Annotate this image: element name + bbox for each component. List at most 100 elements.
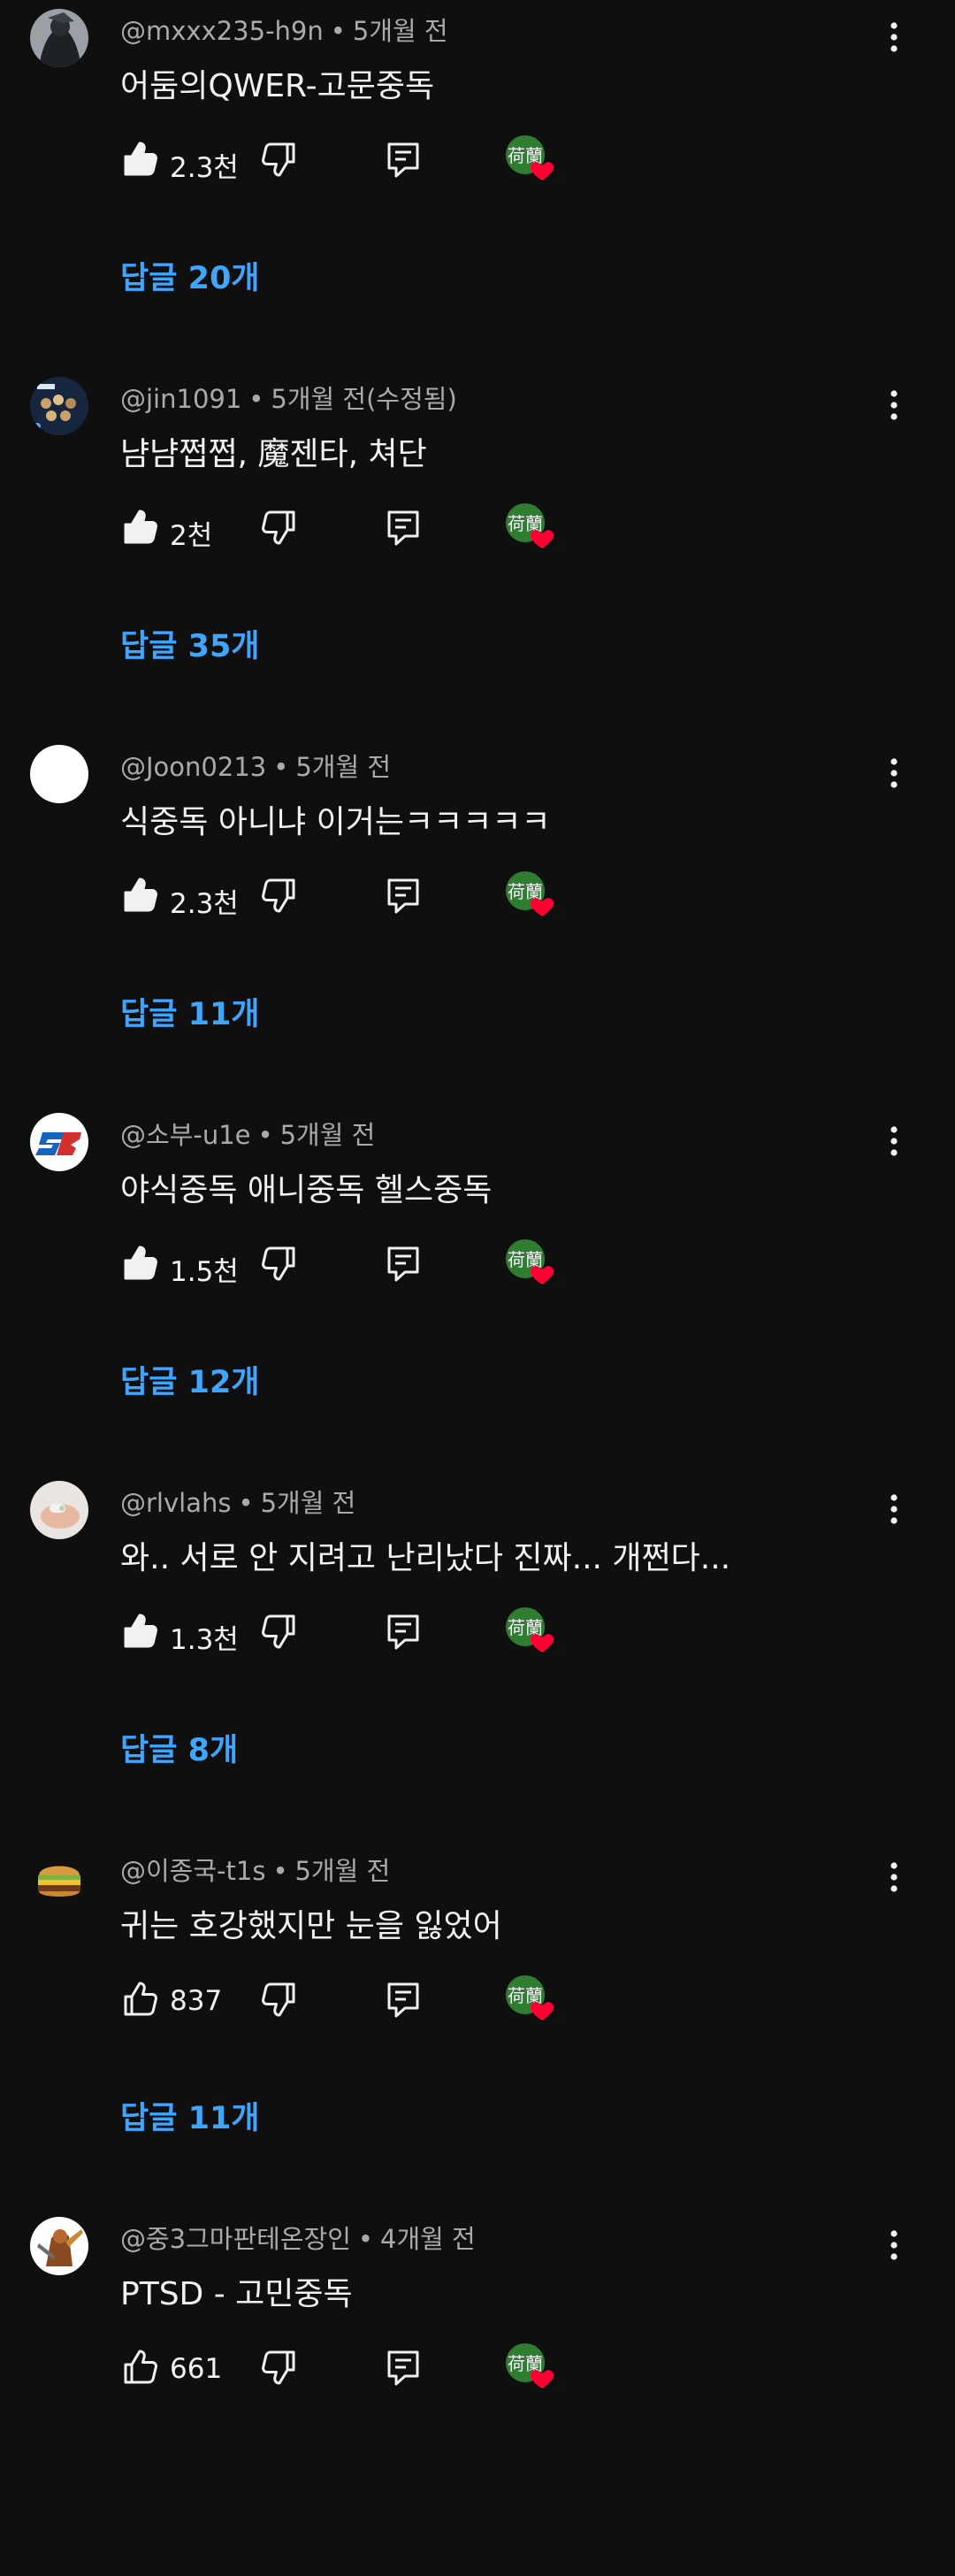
reply-icon — [387, 1614, 419, 1650]
creator-heart-icon: 荷蘭 — [504, 869, 559, 922]
meta-separator: • — [357, 2224, 374, 2254]
dislike-button[interactable] — [260, 2348, 299, 2387]
comment-text: 어둠의QWER-고문중독 — [120, 68, 435, 104]
more-options-icon[interactable] — [881, 1123, 907, 1159]
reply-icon — [387, 878, 419, 914]
reply-button[interactable] — [384, 876, 423, 915]
view-replies-link[interactable]: 답글 8개 — [120, 1725, 238, 1770]
thumbs-down-icon — [262, 1614, 295, 1649]
dislike-button[interactable] — [260, 1244, 299, 1283]
reply-button[interactable] — [384, 140, 423, 179]
comment-meta: @rlvlahs • 5개월 전 — [120, 1483, 355, 1520]
author-handle[interactable]: @mxxx235-h9n — [120, 16, 324, 46]
comment-meta: @Joon0213 • 5개월 전 — [120, 747, 391, 784]
meta-separator: • — [238, 1488, 254, 1518]
comment-text: 귀는 호강했지만 눈을 잃었어 — [120, 1908, 502, 1944]
dislike-button[interactable] — [260, 1980, 299, 2019]
creator-heart-icon: 荷蘭 — [504, 1237, 559, 1290]
more-options-icon[interactable] — [881, 1859, 907, 1895]
comment-actions: 661 荷蘭 — [0, 2341, 955, 2394]
like-button[interactable] — [120, 1612, 159, 1651]
comment-text: 식중독 아니냐 이거는ㅋㅋㅋㅋㅋ — [120, 804, 551, 840]
burger-avatar[interactable] — [30, 1849, 88, 1907]
reply-button[interactable] — [384, 508, 423, 547]
comment-item: @jin1091 • 5개월 전(수정됨) 냠냠쩝쩝, 魔젠타, 쳐단 2천 荷… — [0, 368, 955, 736]
like-button[interactable] — [120, 508, 159, 547]
comment-item: @rlvlahs • 5개월 전 와.. 서로 안 지려고 난리났다 진짜... 개… — [0, 1472, 955, 1840]
album-cover-avatar[interactable] — [30, 377, 88, 435]
author-handle[interactable]: @이종국-t1s — [120, 1856, 265, 1886]
dislike-button[interactable] — [260, 1612, 299, 1651]
more-options-icon[interactable] — [881, 1491, 907, 1527]
like-count: 2천 — [170, 520, 213, 552]
comment-meta: @중3그마판테온장인 • 4개월 전 — [120, 2219, 476, 2256]
view-replies-link[interactable]: 답글 20개 — [120, 253, 260, 298]
reply-icon — [387, 510, 419, 546]
like-button[interactable] — [120, 1244, 159, 1283]
dislike-button[interactable] — [260, 508, 299, 547]
comment-text: PTSD - 고민중독 — [120, 2276, 353, 2312]
view-replies-link[interactable]: 답글 35개 — [120, 621, 260, 666]
reply-icon — [387, 142, 419, 178]
thumbs-up-filled-icon — [124, 878, 157, 912]
more-options-icon[interactable] — [881, 755, 907, 791]
more-options-icon[interactable] — [881, 2227, 907, 2263]
thumbs-down-icon — [262, 510, 295, 545]
meta-separator: • — [272, 1856, 288, 1886]
meta-separator: • — [330, 16, 346, 46]
comment-time: 5개월 전 — [294, 1856, 391, 1886]
author-handle[interactable]: @중3그마판테온장인 — [120, 2224, 351, 2254]
like-count: 2.3천 — [170, 152, 239, 184]
like-button[interactable] — [120, 1980, 159, 2019]
comment-actions: 2.3천 荷蘭 — [0, 133, 955, 186]
creator-heart-icon: 荷蘭 — [504, 501, 559, 554]
dislike-button[interactable] — [260, 876, 299, 915]
like-count: 1.3천 — [170, 1624, 239, 1656]
comment-actions: 1.5천 荷蘭 — [0, 1237, 955, 1290]
author-handle[interactable]: @Joon0213 — [120, 752, 266, 782]
dark-character-avatar[interactable] — [30, 9, 88, 67]
reply-button[interactable] — [384, 1244, 423, 1283]
view-replies-link[interactable]: 답글 12개 — [120, 1357, 260, 1402]
thumbs-down-icon — [262, 878, 295, 913]
thumbs-up-filled-icon — [124, 510, 157, 544]
reply-button[interactable] — [384, 2348, 423, 2387]
more-options-icon[interactable] — [881, 387, 907, 423]
comment-meta: @mxxx235-h9n • 5개월 전 — [120, 11, 448, 48]
thumbs-down-icon — [262, 1246, 295, 1281]
creator-heart-icon: 荷蘭 — [504, 2341, 559, 2394]
thumbs-down-icon — [262, 1982, 295, 2017]
view-replies-link[interactable]: 답글 11개 — [120, 989, 260, 1034]
author-handle[interactable]: @rlvlahs — [120, 1488, 231, 1518]
like-button[interactable] — [120, 2348, 159, 2387]
dislike-button[interactable] — [260, 140, 299, 179]
comment-text: 와.. 서로 안 지려고 난리났다 진짜... 개쩐다... — [120, 1540, 731, 1576]
thumbs-up-icon — [124, 1982, 157, 2016]
meta-separator: • — [273, 752, 289, 782]
comment-time: 4개월 전 — [380, 2224, 476, 2254]
more-options-icon[interactable] — [881, 19, 907, 55]
hand-photo-avatar[interactable] — [30, 1481, 88, 1539]
comment-meta: @jin1091 • 5개월 전(수정됨) — [120, 379, 457, 416]
comment-time: 5개월 전 — [295, 752, 392, 782]
thumbs-up-filled-icon — [124, 1246, 157, 1280]
white-circle-avatar[interactable] — [30, 745, 88, 803]
like-count: 661 — [170, 2353, 223, 2385]
comment-item: @Joon0213•5개월 전 식중독 아니냐 이거는ㅋㅋㅋㅋㅋ 2.3천 — [0, 736, 955, 1104]
reply-button[interactable] — [384, 1980, 423, 2019]
author-handle[interactable]: @소부-u1e — [120, 1120, 251, 1150]
reply-button[interactable] — [384, 1612, 423, 1651]
comment-actions: 1.3천 荷蘭 — [0, 1605, 955, 1658]
comment-text: 냠냠쩝쩝, 魔젠타, 쳐단 — [120, 436, 427, 472]
warrior-avatar[interactable] — [30, 2217, 88, 2275]
like-count: 837 — [170, 1985, 223, 2017]
author-handle[interactable]: @jin1091 — [120, 384, 241, 414]
sb-logo-avatar[interactable] — [30, 1113, 88, 1171]
view-replies-link[interactable]: 답글 11개 — [120, 2093, 260, 2138]
like-button[interactable] — [120, 140, 159, 179]
like-button[interactable] — [120, 876, 159, 915]
comment-time: 5개월 전 — [260, 1488, 356, 1518]
creator-heart-icon: 荷蘭 — [504, 1605, 559, 1658]
comment-item: @mxxx235-h9n • 5개월 전 어둠의QWER-고문중독 2.3천 荷… — [0, 0, 955, 368]
comment-time: 5개월 전 — [279, 1120, 376, 1150]
